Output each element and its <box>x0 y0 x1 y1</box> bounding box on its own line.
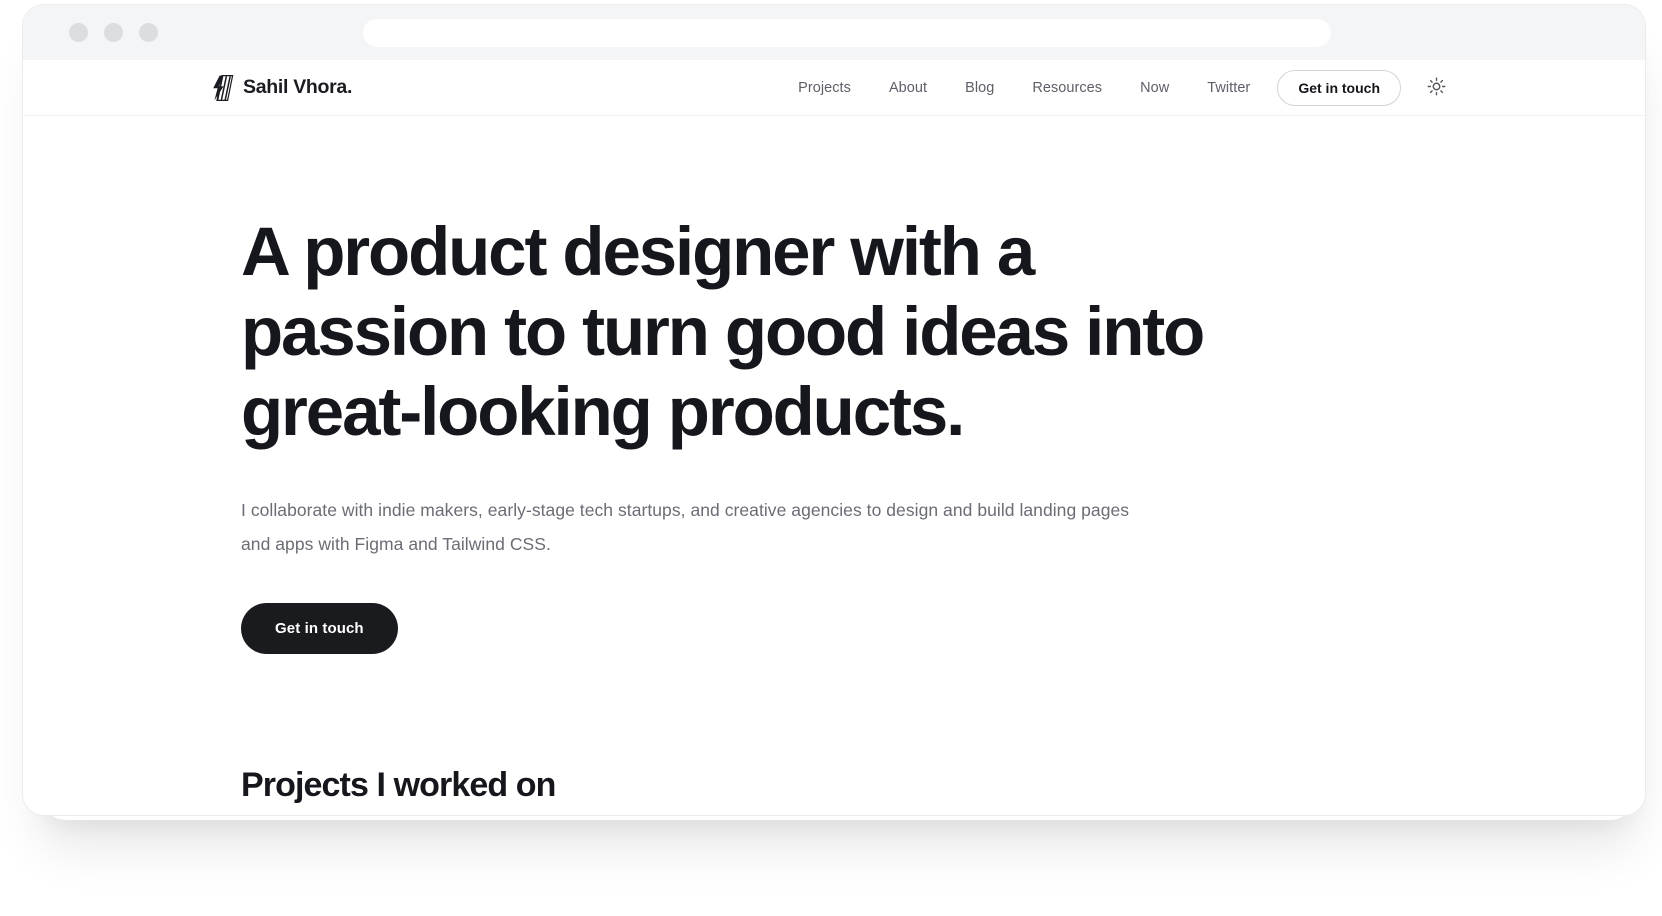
sun-icon <box>1427 77 1446 99</box>
page-title: A product designer with a passion to tur… <box>241 213 1205 450</box>
minimize-window-dot[interactable] <box>104 23 123 42</box>
close-window-dot[interactable] <box>69 23 88 42</box>
screenshot-stage: Sahil Vhora. Projects About Blog Resourc… <box>0 0 1662 916</box>
nav-item-now[interactable]: Now <box>1121 72 1188 104</box>
site-navigation: Sahil Vhora. Projects About Blog Resourc… <box>23 60 1645 116</box>
page-content: Sahil Vhora. Projects About Blog Resourc… <box>23 60 1645 815</box>
browser-window: Sahil Vhora. Projects About Blog Resourc… <box>22 4 1646 816</box>
brand-logo-link[interactable]: Sahil Vhora. <box>210 74 353 101</box>
nav-get-in-touch-button[interactable]: Get in touch <box>1277 69 1401 106</box>
hero-section: A product designer with a passion to tur… <box>23 116 1645 805</box>
nav-item-resources[interactable]: Resources <box>1013 72 1121 104</box>
nav-item-twitter[interactable]: Twitter <box>1188 72 1269 104</box>
nav-item-projects[interactable]: Projects <box>779 72 870 104</box>
lightning-bolt-logo-icon <box>210 74 234 101</box>
nav-item-about[interactable]: About <box>870 72 946 104</box>
traffic-light-group <box>69 23 158 42</box>
address-bar[interactable] <box>363 19 1331 47</box>
browser-chrome-bar <box>23 5 1645 60</box>
nav-links-group: Projects About Blog Resources Now Twitte… <box>779 69 1449 106</box>
maximize-window-dot[interactable] <box>139 23 158 42</box>
hero-get-in-touch-button[interactable]: Get in touch <box>241 603 398 654</box>
projects-section-title: Projects I worked on <box>241 766 556 804</box>
brand-name-text: Sahil Vhora. <box>243 76 353 98</box>
hero-subtitle: I collaborate with indie makers, early-s… <box>241 500 1130 554</box>
nav-item-blog[interactable]: Blog <box>946 72 1013 104</box>
theme-toggle-button[interactable] <box>1423 75 1449 101</box>
